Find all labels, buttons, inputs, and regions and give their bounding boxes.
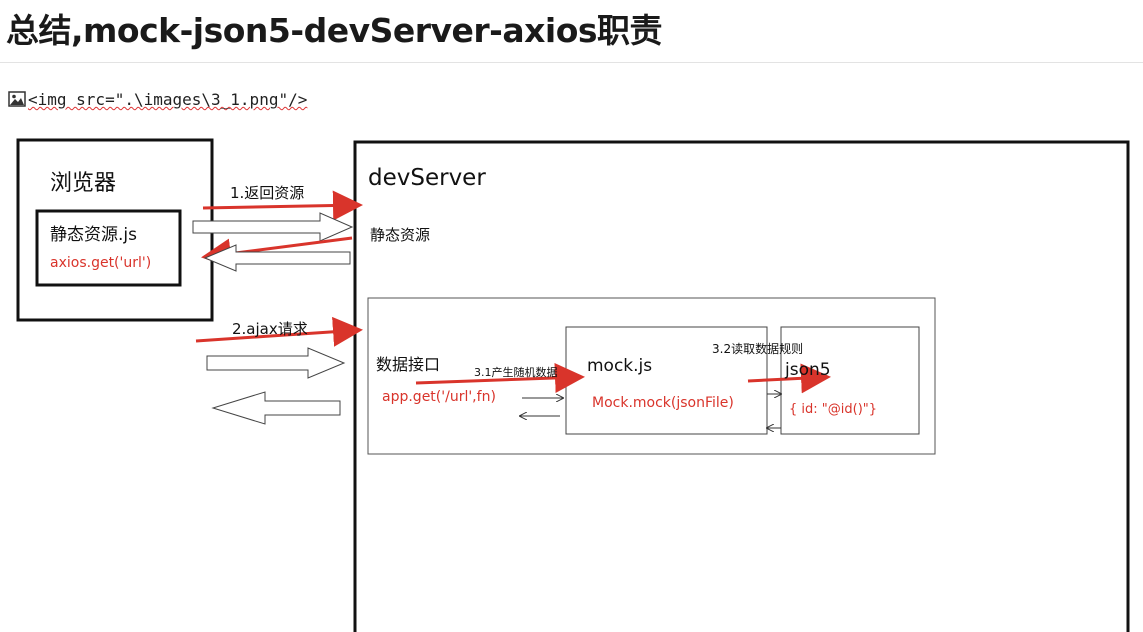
step-2-label: 2.ajax请求 <box>232 320 308 338</box>
data-api-box <box>367 297 936 455</box>
hollow-arrow-left-2 <box>211 391 341 425</box>
mock-call-label: Mock.mock(jsonFile) <box>592 395 734 411</box>
step-3-2-label: 3.2读取数据规则 <box>712 342 804 356</box>
hollow-arrow-right-2 <box>206 347 346 379</box>
mock-label: mock.js <box>587 356 653 376</box>
step-1-label: 1.返回资源 <box>230 184 305 202</box>
static-js-label: 静态资源.js <box>50 225 137 245</box>
architecture-diagram: 浏览器 静态资源.js axios.get('url') 1.返回资源 2.aj… <box>0 0 1143 632</box>
axios-call-label: axios.get('url') <box>50 255 152 271</box>
json5-rule-label: { id: "@id()"} <box>789 402 878 417</box>
data-api-label: 数据接口 <box>376 355 441 374</box>
red-arrow-1 <box>202 190 363 221</box>
app-get-label: app.get('/url',fn) <box>382 389 496 405</box>
devserver-box <box>353 140 1130 632</box>
devserver-label: devServer <box>368 165 486 191</box>
hollow-arrow-right-1 <box>192 212 354 242</box>
browser-label: 浏览器 <box>50 171 117 196</box>
step-3-1-label: 3.1产生随机数据 <box>474 366 558 379</box>
json5-label: json5 <box>785 360 831 380</box>
static-resource-label: 静态资源 <box>370 226 431 244</box>
